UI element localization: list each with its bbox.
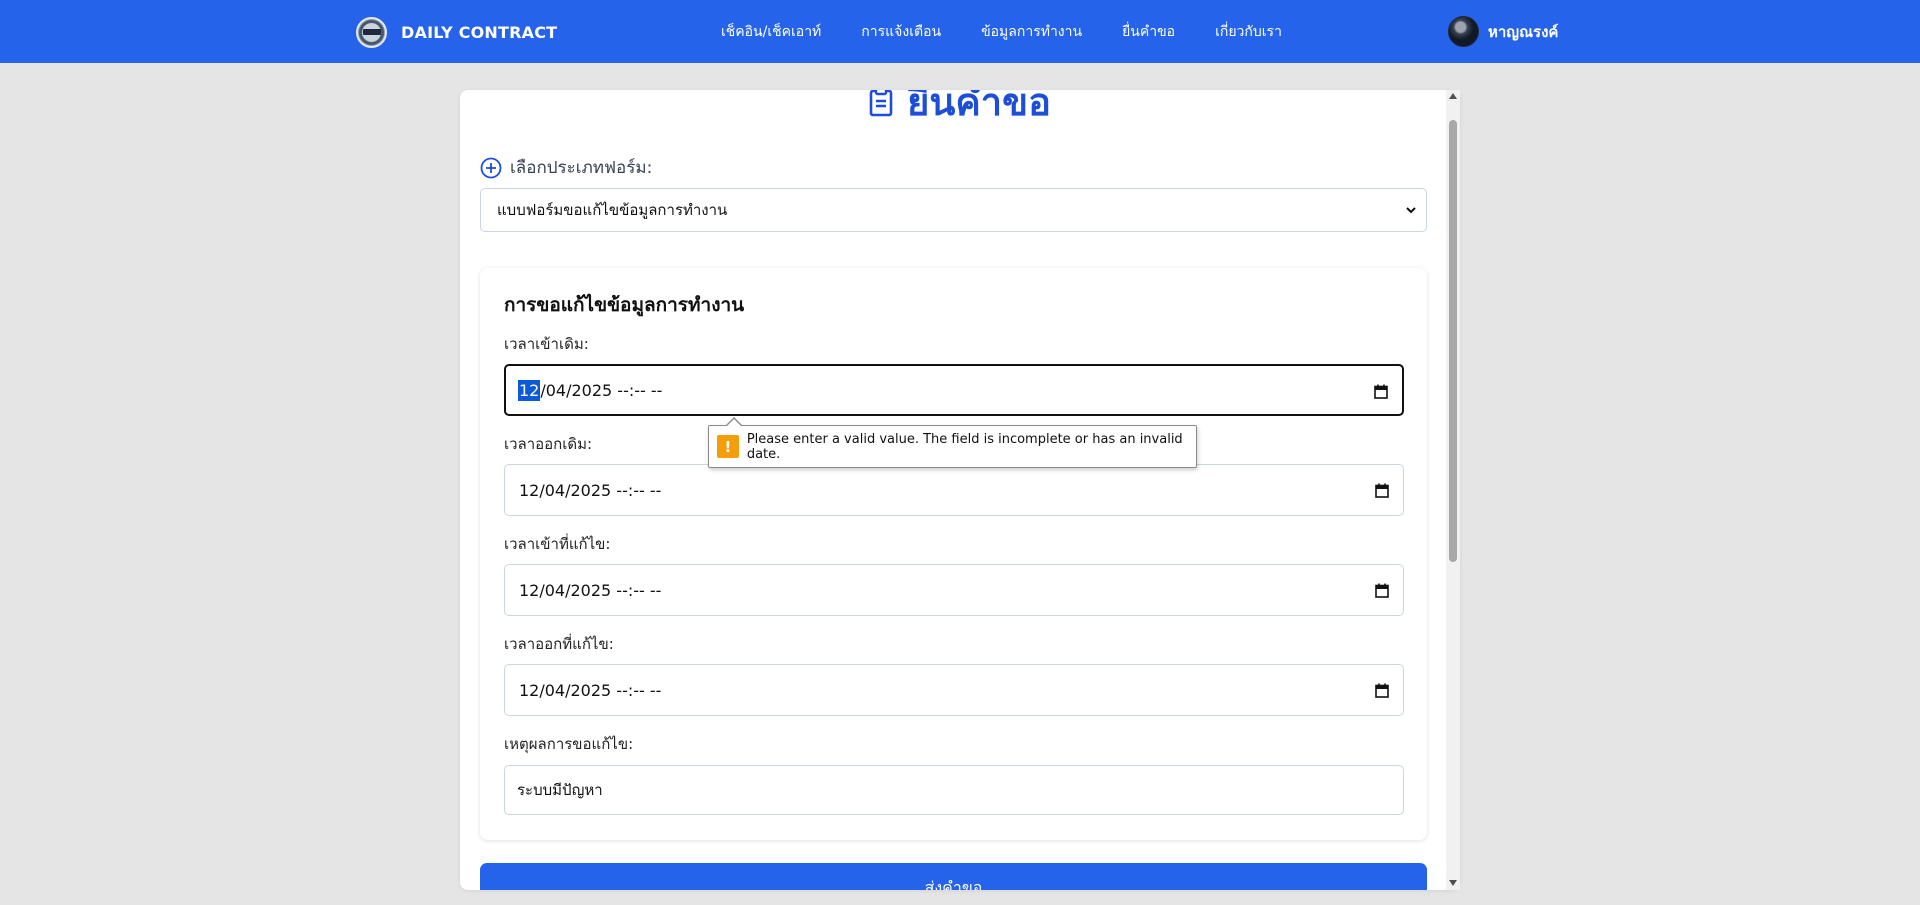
- brand-logo-icon: [356, 16, 387, 48]
- edited-checkin-label: เวลาเข้าที่แก้ไข:: [504, 535, 611, 553]
- date-value: 12/04/2025 --:-- --: [519, 580, 662, 600]
- calendar-icon[interactable]: [1375, 483, 1389, 498]
- reason-value: ระบบมีปัญหา: [517, 781, 603, 799]
- form-type-select[interactable]: แบบฟอร์มขอแก้ไขข้อมูลการทำงาน: [480, 188, 1427, 232]
- avatar: [1448, 16, 1479, 47]
- scroll-down-arrow-icon[interactable]: [1449, 880, 1457, 886]
- edit-work-section: การขอแก้ไขข้อมูลการทำงาน เวลาเข้าเดิม: 1…: [480, 268, 1427, 840]
- form-type-selected: แบบฟอร์มขอแก้ไขข้อมูลการทำงาน: [497, 201, 728, 219]
- edited-checkout-input[interactable]: 12/04/2025 --:-- --: [504, 664, 1404, 716]
- scroll-thumb[interactable]: [1449, 120, 1457, 562]
- reason-label: เหตุผลการขอแก้ไข:: [504, 735, 634, 753]
- nav-work-info[interactable]: ข้อมูลการทำงาน: [981, 21, 1082, 43]
- nav-links: เช็คอิน/เช็คเอาท์ การแจ้งเตือน ข้อมูลการ…: [721, 0, 1322, 63]
- reason-input[interactable]: ระบบมีปัญหา: [504, 765, 1404, 815]
- form-type-label: เลือกประเภทฟอร์ม:: [510, 158, 653, 178]
- chevron-down-icon: [1406, 207, 1416, 214]
- original-checkout-label: เวลาออกเดิม:: [504, 435, 593, 453]
- top-navbar: DAILY CONTRACT เช็คอิน/เช็คเอาท์ การแจ้ง…: [0, 0, 1920, 63]
- original-checkin-input[interactable]: 12/04/2025 --:-- --: [504, 364, 1404, 416]
- card-scrollbar[interactable]: [1446, 90, 1460, 890]
- edited-checkin-input[interactable]: 12/04/2025 --:-- --: [504, 564, 1404, 616]
- brand-title: DAILY CONTRACT: [401, 22, 558, 42]
- validation-message: Please enter a valid value. The field is…: [746, 431, 1183, 462]
- user-menu[interactable]: หาญณรงค์: [1448, 15, 1558, 48]
- form-type-row: เลือกประเภทฟอร์ม:: [480, 154, 652, 181]
- edited-checkout-label: เวลาออกที่แก้ไข:: [504, 635, 614, 653]
- calendar-icon[interactable]: [1374, 384, 1388, 399]
- page-title-text: ยื่นคำขอ: [907, 90, 1051, 124]
- date-day-segment: 12: [518, 379, 541, 401]
- original-checkin-label: เวลาเข้าเดิม:: [504, 335, 589, 353]
- calendar-icon[interactable]: [1375, 683, 1389, 698]
- original-checkout-input[interactable]: 12/04/2025 --:-- --: [504, 464, 1404, 516]
- date-value: 12/04/2025 --:-- --: [519, 680, 662, 700]
- date-rest-segment: /04/2025 --:-- --: [540, 380, 663, 400]
- section-title: การขอแก้ไขข้อมูลการทำงาน: [504, 294, 745, 316]
- date-value: 12/04/2025 --:-- --: [519, 480, 662, 500]
- warning-icon: !: [717, 435, 739, 458]
- nav-submit-request[interactable]: ยื่นคำขอ: [1122, 21, 1175, 43]
- validation-tooltip: ! Please enter a valid value. The field …: [708, 417, 1197, 468]
- nav-checkin[interactable]: เช็คอิน/เช็คเอาท์: [721, 21, 821, 43]
- request-card: ยื่นคำขอ เลือกประเภทฟอร์ม: แบบฟอร์มขอแก้…: [460, 90, 1460, 890]
- scroll-up-arrow-icon[interactable]: [1449, 93, 1457, 99]
- submit-request-button[interactable]: ส่งคำขอ: [480, 863, 1427, 890]
- user-name: หาญณรงค์: [1488, 22, 1559, 41]
- clipboard-icon: [869, 90, 893, 117]
- calendar-icon[interactable]: [1375, 583, 1389, 598]
- nav-notifications[interactable]: การแจ้งเตือน: [861, 21, 941, 43]
- plus-circle-icon: [480, 157, 502, 178]
- nav-about[interactable]: เกี่ยวกับเรา: [1215, 21, 1282, 43]
- page-title: ยื่นคำขอ: [460, 90, 1460, 132]
- brand[interactable]: DAILY CONTRACT: [356, 16, 557, 48]
